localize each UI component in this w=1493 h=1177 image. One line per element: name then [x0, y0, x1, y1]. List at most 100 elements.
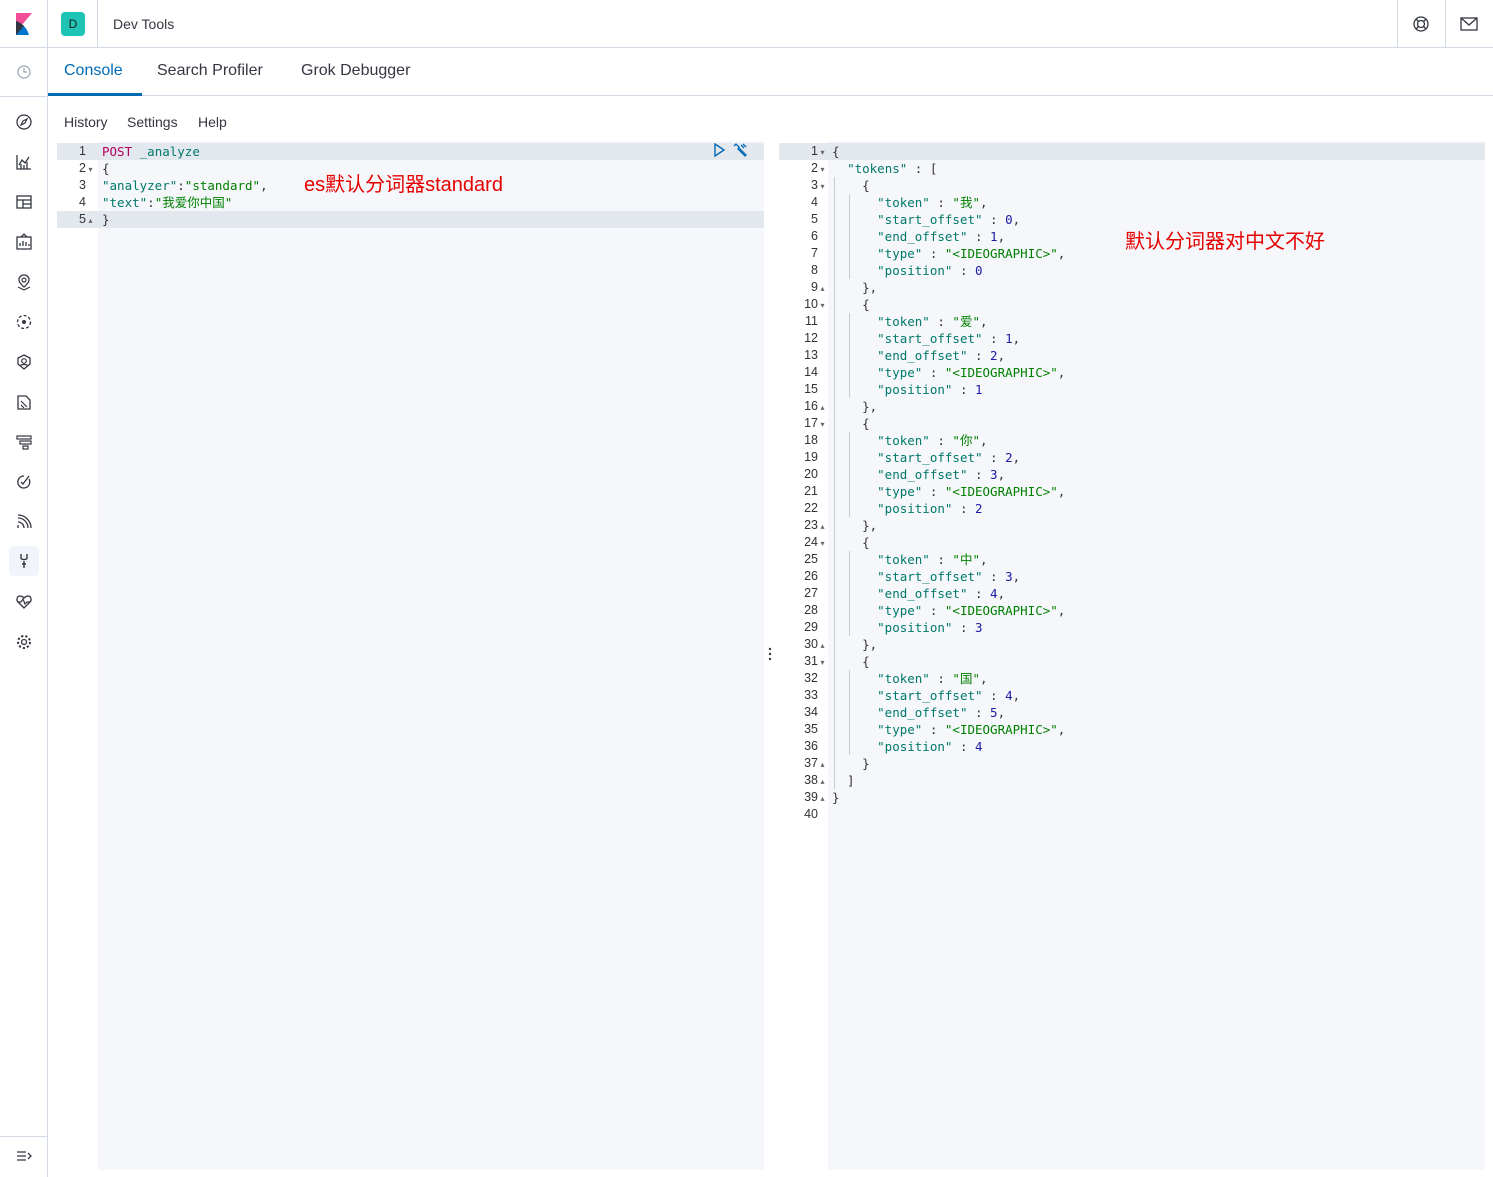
code-token: ,	[979, 552, 988, 567]
discover-icon[interactable]	[12, 110, 36, 134]
code-token: ,	[979, 195, 988, 210]
recently-viewed-icon[interactable]	[12, 60, 36, 84]
line-number-text: 13	[804, 348, 818, 362]
send-request-icon[interactable]	[712, 142, 726, 158]
fold-toggle-icon[interactable]: ▾	[818, 535, 827, 552]
indent-guide	[849, 432, 850, 517]
fold-toggle-icon[interactable]: ▾	[818, 178, 827, 195]
fold-toggle-icon[interactable]: ▾	[818, 161, 827, 178]
line-number: 17 ▾	[779, 415, 827, 432]
code-line: "end_offset" : 1,	[832, 228, 1005, 245]
mail-icon[interactable]	[1459, 14, 1479, 34]
code-token: :	[929, 195, 953, 210]
fold-toggle-icon[interactable]: ▾	[818, 416, 827, 433]
management-gear-icon[interactable]	[12, 630, 36, 654]
code-line: }	[832, 789, 840, 806]
response-viewer[interactable]: 1 ▾{2 ▾ "tokens" : [3 ▾ {4 "token" : "我", 5 …	[779, 141, 1485, 1170]
machine-learning-icon[interactable]	[12, 310, 36, 334]
indent-guide	[849, 313, 850, 398]
code-token: "type"	[877, 722, 923, 737]
siem-icon[interactable]	[12, 510, 36, 534]
code-line: "start_offset" : 2,	[832, 449, 1020, 466]
fold-toggle-icon[interactable]: ▾	[818, 144, 827, 161]
uptime-icon[interactable]	[12, 470, 36, 494]
divider	[97, 0, 98, 48]
menu-help[interactable]: Help	[198, 114, 227, 130]
fold-toggle-icon[interactable]: ▾	[818, 297, 827, 314]
fold-toggle-icon[interactable]: ▴	[818, 773, 827, 790]
fold-toggle-icon[interactable]: ▾	[86, 161, 95, 178]
maps-icon[interactable]	[12, 270, 36, 294]
line-number-text: 4	[79, 195, 86, 209]
monitoring-icon[interactable]	[12, 590, 36, 614]
line-number: 21	[779, 483, 827, 500]
line-number-text: 29	[804, 620, 818, 634]
help-icon[interactable]	[1411, 14, 1431, 34]
code-token: "end_offset"	[877, 467, 968, 482]
dashboard-icon[interactable]	[12, 190, 36, 214]
code-token: :	[922, 484, 945, 499]
fold-toggle-icon[interactable]: ▴	[818, 280, 827, 297]
line-number: 26	[779, 568, 827, 585]
code-token: :	[929, 433, 953, 448]
tab-console[interactable]: Console	[64, 62, 123, 80]
fold-toggle-icon[interactable]: ▴	[818, 790, 827, 807]
menu-history[interactable]: History	[64, 114, 108, 130]
line-number: 1 ▾	[779, 143, 827, 160]
line-number-text: 25	[804, 552, 818, 566]
code-line: "position" : 0	[832, 262, 982, 279]
logs-icon[interactable]	[12, 390, 36, 414]
line-number: 18	[779, 432, 827, 449]
code-token: "start_offset"	[877, 569, 983, 584]
top-bar: D Dev Tools	[0, 0, 1493, 48]
infrastructure-icon[interactable]	[12, 350, 36, 374]
panel-resizer-icon[interactable]	[766, 647, 774, 661]
fold-toggle-icon[interactable]: ▴	[818, 399, 827, 416]
code-token: ,	[1057, 246, 1066, 261]
fold-toggle-icon[interactable]: ▾	[818, 654, 827, 671]
code-token: },	[832, 637, 878, 652]
code-token: 2	[975, 501, 983, 516]
tab-grok-debugger[interactable]: Grok Debugger	[301, 62, 410, 80]
line-number: 2 ▾	[57, 160, 95, 177]
fold-toggle-icon[interactable]: ▴	[818, 518, 827, 535]
menu-settings[interactable]: Settings	[127, 114, 178, 130]
fold-toggle-icon[interactable]: ▴	[86, 212, 95, 229]
request-editor[interactable]: 1 POST _analyze 2 ▾{3 "analyzer":"standard",…	[57, 141, 764, 1170]
code-token: 1	[1005, 331, 1013, 346]
apm-icon[interactable]	[12, 430, 36, 454]
kibana-logo[interactable]	[0, 0, 48, 48]
code-token: "token"	[877, 433, 930, 448]
code-token: {	[102, 161, 110, 176]
code-token: ,	[979, 314, 988, 329]
code-line: {	[832, 177, 870, 194]
code-token: 4	[975, 739, 983, 754]
tab-search-profiler[interactable]: Search Profiler	[157, 62, 263, 80]
code-token: }	[832, 756, 870, 771]
dev-tools-icon[interactable]	[9, 546, 39, 576]
code-token: {	[832, 535, 870, 550]
visualize-icon[interactable]	[12, 150, 36, 174]
code-token: 2	[1005, 450, 1013, 465]
code-line: },	[832, 279, 877, 296]
line-number: 1	[57, 143, 95, 160]
canvas-icon[interactable]	[12, 230, 36, 254]
line-number: 9 ▴	[779, 279, 827, 296]
fold-toggle-icon[interactable]: ▴	[818, 637, 827, 654]
line-number-text: 12	[804, 331, 818, 345]
code-line: },	[832, 636, 877, 653]
expand-nav-icon[interactable]	[12, 1144, 36, 1168]
space-avatar[interactable]: D	[61, 12, 85, 36]
code-token: :	[929, 314, 953, 329]
code-token: "中"	[952, 552, 980, 567]
code-token: :	[967, 705, 991, 720]
line-number-text: 39	[804, 790, 818, 804]
code-token: "standard"	[184, 178, 261, 193]
line-number: 4	[779, 194, 827, 211]
fold-toggle-icon[interactable]: ▴	[818, 756, 827, 773]
wrench-icon[interactable]	[732, 142, 748, 158]
